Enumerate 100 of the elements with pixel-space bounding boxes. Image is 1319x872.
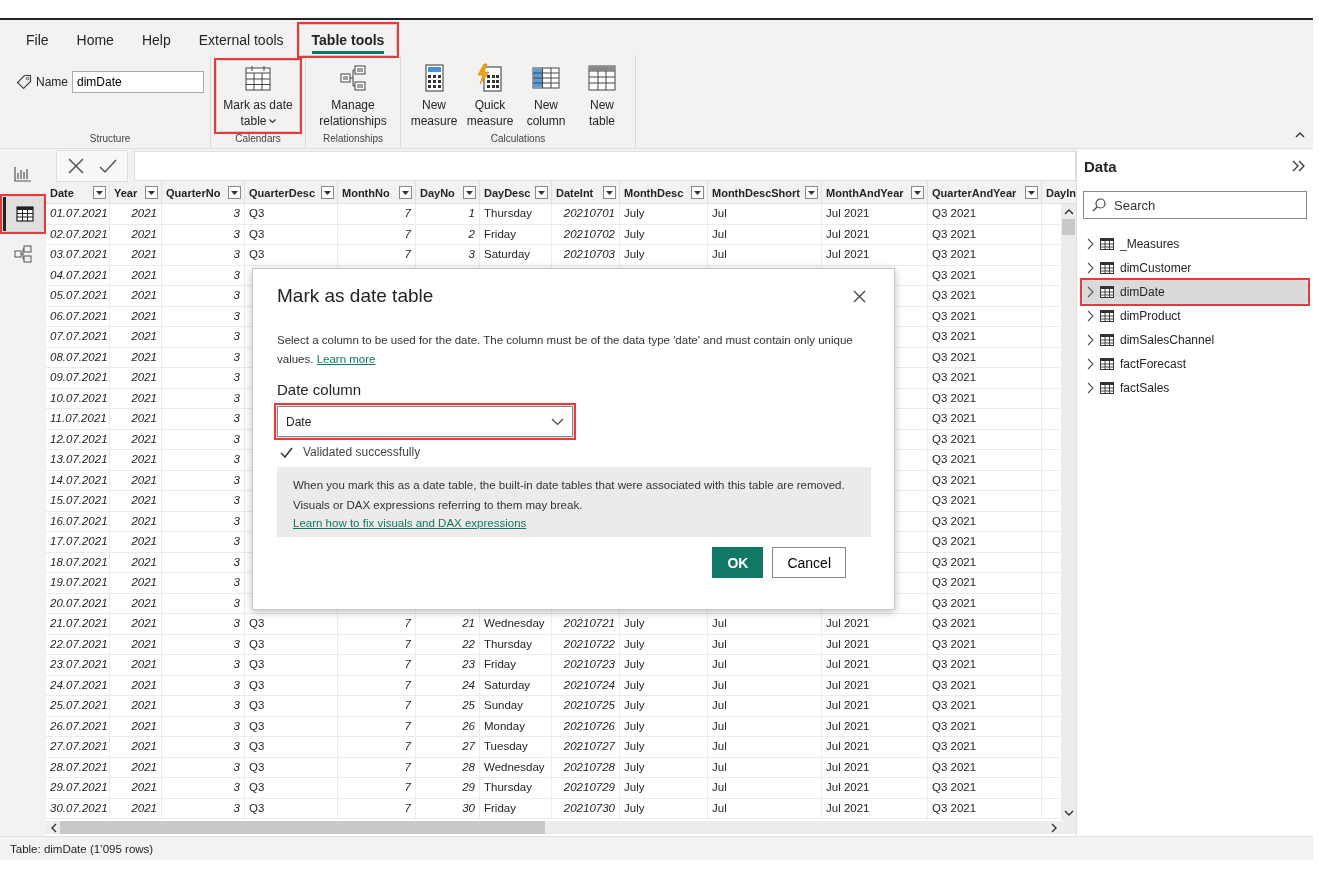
filter-button[interactable] xyxy=(603,186,616,199)
filter-button[interactable] xyxy=(399,186,412,199)
cancel-button[interactable]: Cancel xyxy=(772,547,846,578)
table-cell: 17.07.2021 xyxy=(46,532,110,552)
table-cell: July xyxy=(620,757,708,777)
horizontal-scrollbar[interactable] xyxy=(46,821,1076,834)
table-item[interactable]: _Measures xyxy=(1083,233,1307,255)
table-cell: Q3 2021 xyxy=(928,409,1042,429)
search-field[interactable]: Search xyxy=(1083,191,1307,219)
column-header: QuarterNo xyxy=(166,186,221,199)
table-icon xyxy=(1100,358,1114,370)
table-item[interactable]: dimSalesChannel xyxy=(1083,329,1307,351)
table-cell: 28 xyxy=(416,757,480,777)
table-cell: 3 xyxy=(162,224,245,244)
table-item[interactable]: dimDate xyxy=(1083,281,1307,303)
table-cell: 2021 xyxy=(110,224,162,244)
table-cell: 27.07.2021 xyxy=(46,737,110,757)
table-cell: 7 xyxy=(338,798,416,818)
filter-button[interactable] xyxy=(1025,186,1038,199)
filter-button[interactable] xyxy=(911,186,924,199)
column-header: MonthDesc xyxy=(624,186,684,199)
table-cell: Q3 2021 xyxy=(928,306,1042,326)
table-cell: Q3 2021 xyxy=(928,675,1042,695)
ribbon-tab[interactable]: File xyxy=(14,25,61,55)
table-item[interactable]: dimCustomer xyxy=(1083,257,1307,279)
cancel-icon[interactable] xyxy=(67,156,85,175)
filter-button[interactable] xyxy=(93,186,106,199)
table-cell: Jul 2021 xyxy=(822,204,928,224)
table-cell: Q3 xyxy=(245,655,338,675)
chevron-icon[interactable] xyxy=(1087,286,1094,298)
table-cell: 3 xyxy=(162,245,245,265)
ok-button[interactable]: OK xyxy=(712,547,764,578)
table-cell: 14.07.2021 xyxy=(46,470,110,490)
table-cell: 3 xyxy=(162,778,245,798)
ribbon-tab[interactable]: Home xyxy=(64,25,126,55)
table-item[interactable]: factForecast xyxy=(1083,353,1307,375)
table-view-button[interactable] xyxy=(3,197,43,231)
table-cell: Jul xyxy=(708,204,822,224)
name-field[interactable]: dimDate xyxy=(72,71,204,93)
table-cell: 3 xyxy=(162,655,245,675)
ribbon-button[interactable]: New measure xyxy=(407,61,461,131)
filter-button[interactable] xyxy=(535,186,548,199)
diagram-icon xyxy=(14,245,32,263)
scroll-thumb[interactable] xyxy=(60,821,545,834)
ribbon-button[interactable]: Quick measure xyxy=(463,61,517,131)
table-cell: Jul xyxy=(708,655,822,675)
table-cell: Q3 xyxy=(245,204,338,224)
filter-button[interactable] xyxy=(228,186,241,199)
ribbon-tab[interactable]: External tools xyxy=(186,25,296,55)
vertical-scrollbar[interactable] xyxy=(1061,204,1076,821)
filter-button[interactable] xyxy=(463,186,476,199)
ribbon-button[interactable]: Mark as date table xyxy=(217,61,299,131)
date-column-dropdown[interactable]: Date xyxy=(277,406,573,437)
ribbon-button[interactable]: New table xyxy=(575,61,629,131)
table-cell: Q3 2021 xyxy=(928,368,1042,388)
table-cell: 20210726 xyxy=(552,716,620,736)
chevron-icon[interactable] xyxy=(1087,310,1094,322)
ribbon-button[interactable]: New column xyxy=(519,61,573,131)
table-cell: Jul xyxy=(708,757,822,777)
chevron-icon[interactable] xyxy=(1087,382,1094,394)
formula-field[interactable] xyxy=(134,150,1076,181)
table-cell: 2021 xyxy=(110,286,162,306)
ribbon-tab[interactable]: Table tools xyxy=(299,25,397,55)
ribbon-tab[interactable]: Help xyxy=(129,25,183,55)
triangle-icon xyxy=(96,190,103,195)
table-cell: 2021 xyxy=(110,532,162,552)
table-cell: 7 xyxy=(338,696,416,716)
chevron-icon[interactable] xyxy=(1087,334,1094,346)
table-item[interactable]: dimProduct xyxy=(1083,305,1307,327)
table-cell: 3 xyxy=(162,327,245,347)
fix-visuals-link[interactable]: Learn how to fix visuals and DAX expressions xyxy=(293,517,527,529)
table-cell: 25.07.2021 xyxy=(46,696,110,716)
ribbon-button[interactable]: Manage relationships xyxy=(312,61,394,131)
table-cell: 30.07.2021 xyxy=(46,798,110,818)
filter-button[interactable] xyxy=(145,186,158,199)
collapse-pane-icon[interactable] xyxy=(1292,160,1305,172)
chevron-icon[interactable] xyxy=(1087,358,1094,370)
learn-more-link[interactable]: Learn more xyxy=(316,353,376,365)
filter-button[interactable] xyxy=(691,186,704,199)
table-cell: Friday xyxy=(480,655,552,675)
table-cell: Jul 2021 xyxy=(822,778,928,798)
table-cell: 18.07.2021 xyxy=(46,552,110,572)
scroll-thumb[interactable] xyxy=(1062,219,1075,235)
table-cell: Q3 xyxy=(245,798,338,818)
table-cell: 2 xyxy=(416,224,480,244)
collapse-ribbon-icon[interactable] xyxy=(1295,131,1305,138)
filter-button[interactable] xyxy=(321,186,334,199)
table-cell: Jul 2021 xyxy=(822,655,928,675)
table-cell: 3 xyxy=(162,450,245,470)
filter-button[interactable] xyxy=(805,186,818,199)
chevron-icon[interactable] xyxy=(1087,238,1094,250)
table-cell: Thursday xyxy=(480,778,552,798)
table-item[interactable]: factSales xyxy=(1083,377,1307,399)
table-cell: Jul 2021 xyxy=(822,675,928,695)
table-cell: Q3 xyxy=(245,634,338,654)
table-cell: 7 xyxy=(338,245,416,265)
table-cell: 2021 xyxy=(110,778,162,798)
close-icon[interactable] xyxy=(853,289,866,303)
chevron-icon[interactable] xyxy=(1087,262,1094,274)
table-cell: 2021 xyxy=(110,716,162,736)
